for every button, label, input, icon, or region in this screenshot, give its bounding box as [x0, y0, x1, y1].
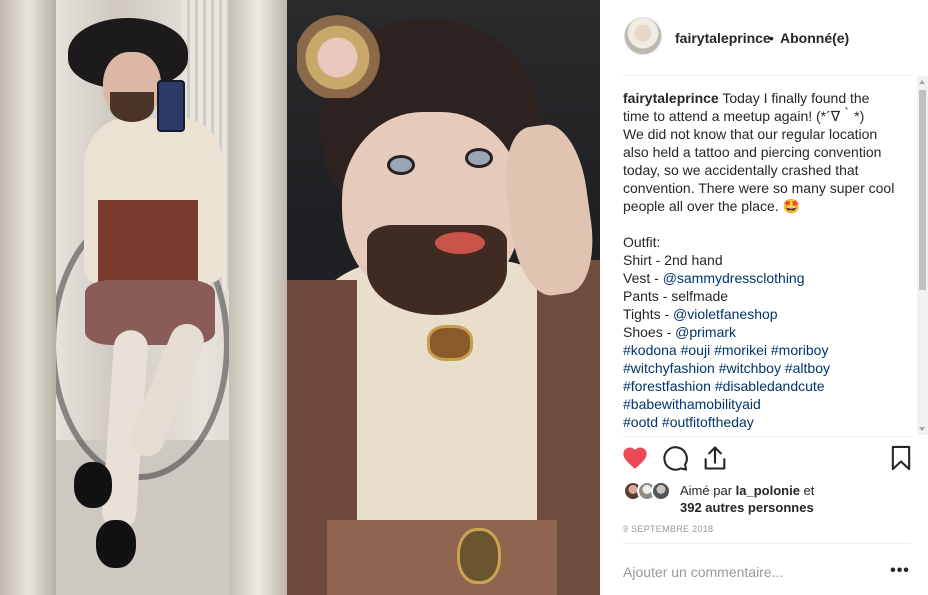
caption-text: also held a tattoo and piercing conventi…: [623, 144, 882, 160]
scroll-down-arrow[interactable]: [919, 427, 925, 431]
divider: [623, 543, 911, 544]
more-options-button[interactable]: •••: [890, 562, 910, 582]
caption-link[interactable]: #forestfashion #disabledandcute: [623, 378, 825, 394]
caption-link[interactable]: @primark: [675, 324, 736, 340]
caption-link[interactable]: #kodona #ouji #morikei #moriboy: [623, 342, 828, 358]
caption-line: Tights - @violetfaneshop: [623, 305, 895, 323]
comments-area[interactable]: fairytaleprince Today I finally found th…: [623, 76, 916, 435]
caption-text: Pants - selfmade: [623, 288, 729, 304]
likes-summary[interactable]: Aimé par la_polonie et 392 autres personn…: [680, 482, 910, 516]
caption-line: #babewithamobilityaid: [623, 395, 895, 413]
pendant: [457, 528, 501, 584]
caption-line: fairytaleprince Today I finally found th…: [623, 89, 895, 107]
comment-input[interactable]: [623, 562, 873, 582]
caption-text: Shirt - 2nd hand: [623, 252, 723, 268]
post-photo[interactable]: [0, 0, 600, 595]
caption-line: #kodona #ouji #morikei #moriboy: [623, 341, 895, 359]
eye: [465, 148, 493, 168]
caption-link[interactable]: #babewithamobilityaid: [623, 396, 761, 412]
caption-text: Today I finally found the: [718, 90, 870, 106]
share-icon[interactable]: [701, 444, 729, 472]
caption-line: Shirt - 2nd hand: [623, 251, 895, 269]
caption-line: Shoes - @primark: [623, 323, 895, 341]
caption-text: Shoes -: [623, 324, 676, 340]
caption-link[interactable]: #ootd #outfitoftheday: [623, 414, 754, 430]
header-username[interactable]: fairytaleprince: [675, 30, 771, 46]
caption-username[interactable]: fairytaleprince: [623, 90, 719, 106]
mirror-selfie-photo: [0, 0, 287, 595]
caption-link[interactable]: #witchyfashion #witchboy #altboy: [623, 360, 830, 376]
closeup-photo: [287, 0, 600, 595]
scroll-up-arrow[interactable]: [919, 80, 925, 84]
caption-link[interactable]: @sammydressclothing: [663, 270, 805, 286]
caption-line: #ootd #outfitoftheday: [623, 413, 895, 431]
avatar[interactable]: [624, 17, 662, 55]
caption-line: time to attend a meetup again! (*´∇｀*): [623, 107, 895, 125]
likes-prefix: Aimé par: [680, 483, 736, 498]
caption-line: We did not know that our regular locatio…: [623, 125, 895, 143]
caption-text: today, so we accidentally crashed that: [623, 162, 859, 178]
caption-link[interactable]: @violetfaneshop: [673, 306, 778, 322]
comments-scrollbar[interactable]: [917, 76, 928, 435]
bookmark-icon[interactable]: [887, 444, 915, 472]
beard: [110, 92, 154, 122]
mirror-frame-left: [0, 0, 56, 595]
caption-text: Tights -: [623, 306, 674, 322]
likes-middle: et: [799, 483, 815, 498]
caption-text: We did not know that our regular locatio…: [623, 126, 878, 142]
action-bar: [621, 444, 913, 474]
caption-line: Outfit:: [623, 233, 895, 251]
likes-others[interactable]: 392 autres personnes: [680, 500, 814, 515]
eye: [387, 155, 415, 175]
caption-line: #forestfashion #disabledandcute: [623, 377, 895, 395]
shoe: [74, 462, 112, 508]
caption-text: convention. There were so many super coo…: [623, 180, 895, 196]
caption-line: #witchyfashion #witchboy #altboy: [623, 359, 895, 377]
caption-line: also held a tattoo and piercing conventi…: [623, 143, 895, 161]
post-side-panel: fairytaleprince • Abonné(e) fairytalepri…: [600, 0, 928, 595]
lips: [435, 232, 485, 254]
liker-username[interactable]: la_polonie: [736, 483, 800, 498]
post-header: fairytaleprince • Abonné(e): [600, 0, 928, 75]
caption-line: people all over the place. 🤩: [623, 197, 895, 215]
comment-icon[interactable]: [661, 444, 689, 472]
caption-line: Vest - @sammydressclothing: [623, 269, 895, 287]
heart-filled-icon[interactable]: [621, 444, 649, 472]
caption-text: people all over the place. 🤩: [623, 198, 800, 214]
caption-line: Pants - selfmade: [623, 287, 895, 305]
liker-avatar[interactable]: [651, 481, 671, 501]
brooch: [427, 325, 473, 361]
post-date[interactable]: 9 SEPTEMBRE 2018: [623, 524, 713, 534]
follow-status-button[interactable]: Abonné(e): [780, 30, 849, 46]
caption-line: convention. There were so many super coo…: [623, 179, 895, 197]
mirror-frame-right: [229, 0, 287, 595]
header-separator: •: [769, 30, 774, 46]
vest-front: [327, 520, 557, 595]
vest: [98, 200, 198, 290]
caption-text: Vest -: [623, 270, 663, 286]
caption-text: time to attend a meetup again! (*´∇｀*): [623, 108, 865, 124]
divider: [623, 436, 911, 437]
likes-row: Aimé par la_polonie et 392 autres personn…: [623, 479, 915, 519]
caption-text: Outfit:: [623, 234, 661, 250]
scrollbar-thumb[interactable]: [919, 90, 926, 290]
shoe: [96, 520, 136, 568]
caption-line: today, so we accidentally crashed that: [623, 161, 895, 179]
flower-hair-clip: [297, 8, 387, 98]
caption: fairytaleprince Today I finally found th…: [623, 89, 895, 431]
caption-line: [623, 215, 895, 233]
phone: [157, 80, 185, 132]
